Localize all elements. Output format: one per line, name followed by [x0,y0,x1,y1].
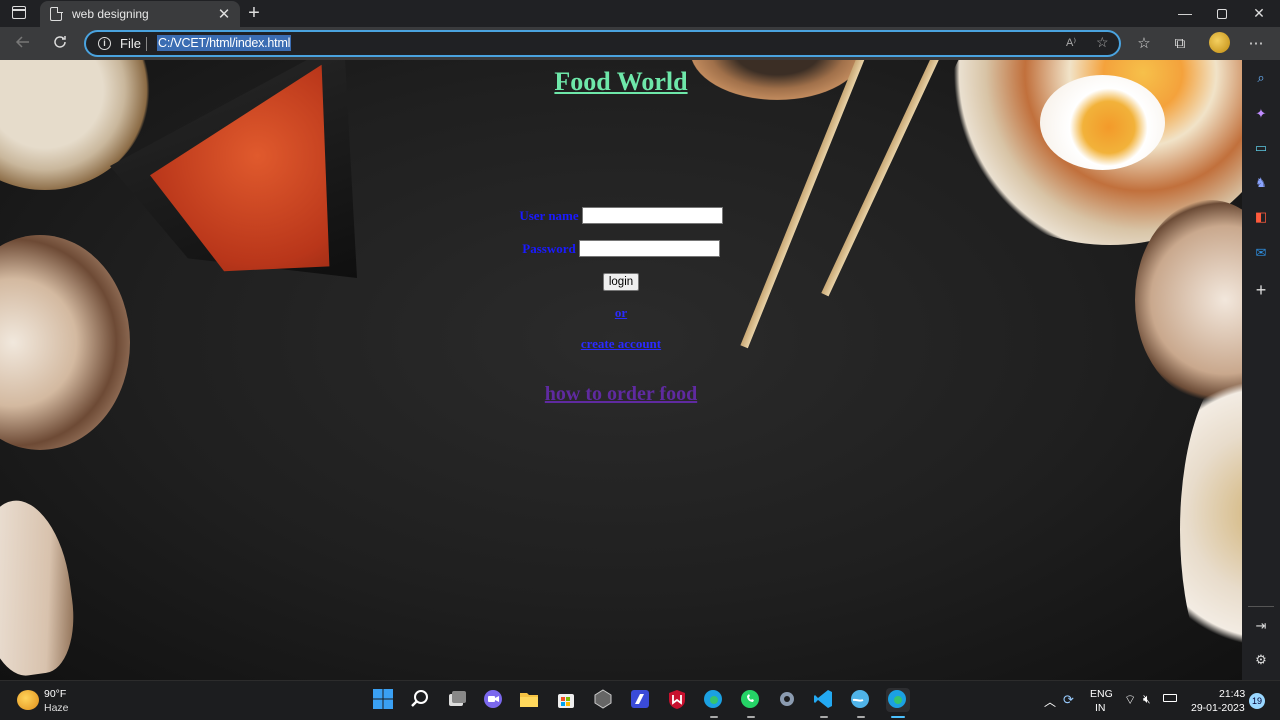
more-menu-icon[interactable]: ⋯ [1243,31,1269,57]
minimize-button[interactable]: — [1167,0,1203,27]
store-icon[interactable] [555,688,579,712]
or-row: or [0,305,1242,321]
power-automate-icon[interactable] [629,688,653,712]
tab-close-button[interactable]: ✕ [216,5,232,23]
username-label: User name [519,207,579,223]
mushroom-slice-image [0,494,82,680]
login-button[interactable]: login [602,273,640,291]
how-to-order-link[interactable]: how to order food [545,383,697,406]
running-indicator [857,716,865,718]
chat-icon[interactable] [482,688,506,712]
volume-muted-icon[interactable]: 🔇︎ [1143,692,1151,707]
clock-date[interactable]: 29-01-2023 [1191,702,1245,714]
copilot-icon[interactable]: ✦ [1251,104,1271,124]
cube-app-icon[interactable] [592,688,616,712]
vscode-icon[interactable] [812,688,836,718]
address-bar[interactable]: i File C:/VCET/html/index.html A⁾ ☆ [84,30,1121,57]
password-label: Password [522,240,576,256]
back-arrow-icon [15,36,29,48]
or-link[interactable]: or [615,305,627,321]
back-button[interactable] [10,31,36,57]
active-indicator [891,716,905,718]
search-icon[interactable]: ⌕ [1251,68,1271,88]
edge-icon[interactable] [702,688,726,718]
settings-icon[interactable]: ⚙ [1251,650,1271,670]
language-line1[interactable]: ENG [1090,688,1113,700]
file-explorer-icon[interactable] [518,688,542,712]
maximize-button[interactable] [1204,0,1240,27]
new-tab-button[interactable]: + [244,2,264,24]
search-taskbar-icon[interactable] [409,688,433,712]
collections-icon[interactable]: ⧉ [1167,31,1193,57]
tab-bar: web designing ✕ + — ✕ [0,0,1280,27]
page-icon [50,6,63,21]
weather-condition[interactable]: Haze [44,702,69,714]
edge-sidebar: ⌕ ✦ ▭ ♞ ◧ ✉ + ⇥ ⚙ [1242,60,1280,680]
edge-active-icon[interactable] [886,688,910,718]
outlook-icon[interactable]: ✉ [1251,243,1271,263]
protocol-label: File [120,36,141,51]
battery-icon[interactable] [1163,694,1177,702]
username-row: User name [0,207,1242,224]
add-favorite-icon[interactable]: ☆ [1096,34,1109,51]
favorites-icon[interactable]: ☆ [1131,31,1157,57]
whatsapp-icon[interactable] [739,688,763,718]
refresh-icon [54,36,66,48]
create-account-row: create account [0,336,1242,352]
mcafee-icon[interactable] [666,688,690,712]
site-info-icon[interactable]: i [98,37,111,50]
profile-avatar[interactable] [1209,32,1230,53]
close-window-button[interactable]: ✕ [1241,0,1277,27]
settings-taskbar-icon[interactable] [776,688,800,712]
office-icon[interactable]: ◧ [1251,207,1271,227]
password-input[interactable] [578,240,720,257]
shopping-icon[interactable]: ▭ [1251,138,1271,158]
start-icon[interactable] [372,688,396,712]
how-to-order-row: how to order food [0,383,1242,406]
network-app-icon[interactable] [849,688,873,718]
create-account-link[interactable]: create account [581,336,661,352]
add-icon[interactable]: + [1251,280,1271,300]
tab-actions-icon[interactable] [12,6,26,19]
running-indicator [747,716,755,718]
running-indicator [710,716,718,718]
wifi-icon[interactable]: ⌔ [1124,692,1136,708]
task-view-icon[interactable] [446,688,470,712]
refresh-button[interactable] [47,31,73,57]
tab-title: web designing [72,7,149,21]
read-aloud-icon[interactable]: A⁾ [1066,36,1076,49]
page-title: Food World [554,67,688,96]
windows-taskbar: 90°F Haze ︿ ⟳ ENG IN ⌔ 🔇︎ 21:43 29-01-20… [0,680,1280,720]
games-icon[interactable]: ♞ [1251,173,1271,193]
maximize-icon [1217,9,1227,20]
language-line2[interactable]: IN [1095,702,1106,714]
hide-sidebar-icon[interactable]: ⇥ [1251,616,1271,636]
username-input[interactable] [581,207,723,224]
password-row: Password [0,240,1242,257]
web-page: Food World User name Password login or c… [0,60,1242,680]
browser-tab[interactable]: web designing ✕ [40,1,240,27]
separator [146,37,147,51]
clock-time[interactable]: 21:43 [1219,688,1245,700]
running-indicator [820,716,828,718]
weather-icon[interactable] [17,690,39,710]
sidebar-divider [1248,606,1274,607]
url-text[interactable]: C:/VCET/html/index.html [157,35,292,51]
sync-icon[interactable]: ⟳ [1063,692,1074,708]
soup-bowl-image [1180,360,1242,680]
weather-temperature[interactable]: 90°F [44,688,66,700]
address-toolbar: i File C:/VCET/html/index.html A⁾ ☆ ☆ ⧉ … [0,27,1280,60]
show-hidden-icons[interactable]: ︿ [1044,693,1056,710]
login-row: login [0,273,1242,291]
notification-badge[interactable]: 19 [1249,693,1265,709]
